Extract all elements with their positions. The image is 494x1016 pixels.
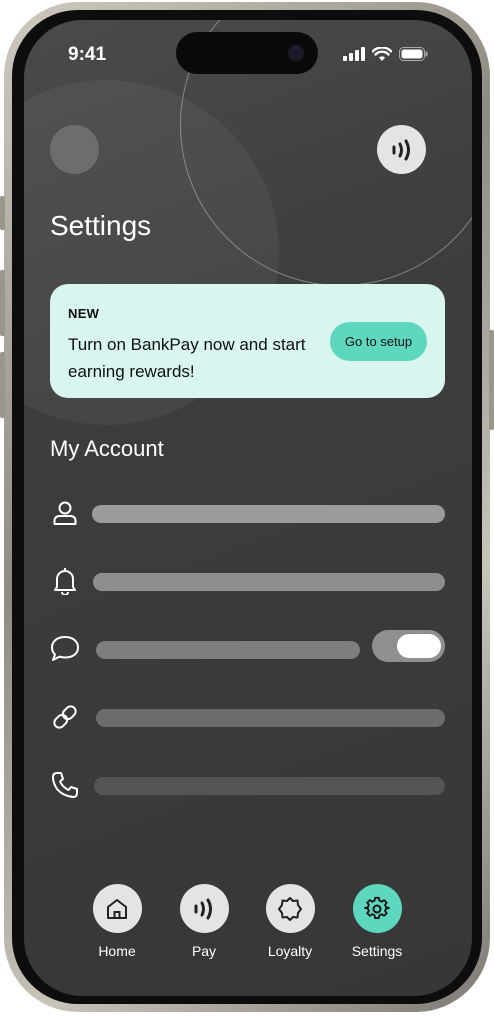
settings-row-notifications[interactable] — [50, 566, 445, 596]
promo-banner: NEW Turn on BankPay now and start earnin… — [50, 284, 445, 398]
battery-icon — [399, 47, 428, 61]
settings-row-links[interactable] — [50, 702, 445, 732]
messages-toggle[interactable] — [372, 630, 445, 662]
side-button-volume-up — [0, 270, 5, 336]
placeholder-bar — [96, 709, 445, 727]
nav-item-loyalty[interactable]: Loyalty — [253, 884, 327, 959]
gear-icon — [364, 896, 390, 919]
status-icons — [343, 46, 428, 62]
section-title: My Account — [50, 436, 164, 461]
placeholder-bar — [92, 505, 445, 523]
nav-label: Loyalty — [267, 943, 313, 959]
phone-icon — [50, 770, 80, 800]
signal-icon — [343, 47, 365, 61]
dynamic-island — [176, 32, 318, 74]
badge-icon — [278, 896, 302, 921]
side-button-volume-down — [0, 352, 5, 418]
nav-item-home[interactable]: Home — [80, 884, 154, 959]
person-icon — [50, 498, 80, 528]
status-time: 9:41 — [68, 44, 107, 65]
nfc-icon — [194, 898, 212, 919]
settings-row-profile[interactable] — [50, 498, 445, 528]
nfc-button[interactable] — [377, 125, 426, 174]
settings-row-phone[interactable] — [50, 770, 445, 800]
home-icon — [107, 898, 127, 919]
nav-settings-button[interactable] — [352, 884, 402, 933]
side-button-power — [489, 330, 494, 430]
banner-tag: NEW — [68, 306, 100, 321]
nav-home-button[interactable] — [92, 884, 142, 933]
avatar[interactable] — [50, 125, 99, 174]
nav-pay-button[interactable] — [179, 884, 229, 933]
settings-row-messages[interactable] — [50, 630, 445, 664]
nav-item-settings[interactable]: Settings — [340, 884, 414, 959]
banner-message: Turn on BankPay now and start earning re… — [68, 335, 306, 381]
nav-item-pay[interactable]: Pay — [167, 884, 241, 959]
toggle-knob — [397, 634, 441, 658]
placeholder-bar — [96, 641, 360, 659]
placeholder-bar — [93, 573, 445, 591]
nav-label: Home — [98, 943, 136, 959]
side-button-mute — [0, 196, 5, 230]
camera-icon — [288, 45, 304, 61]
placeholder-bar — [94, 777, 445, 795]
page-title: Settings — [50, 210, 152, 241]
nav-label: Pay — [191, 943, 217, 959]
bell-icon — [50, 566, 80, 596]
app-screen: 9:41 Settings NEW Turn on BankPay now an… — [24, 20, 472, 996]
chat-icon — [50, 634, 80, 664]
nfc-icon — [392, 139, 410, 160]
link-icon — [50, 702, 80, 732]
nav-loyalty-button[interactable] — [265, 884, 315, 933]
wifi-icon — [372, 46, 392, 61]
go-to-setup-button[interactable]: Go to setup — [330, 322, 427, 361]
nav-label: Settings — [351, 943, 403, 959]
